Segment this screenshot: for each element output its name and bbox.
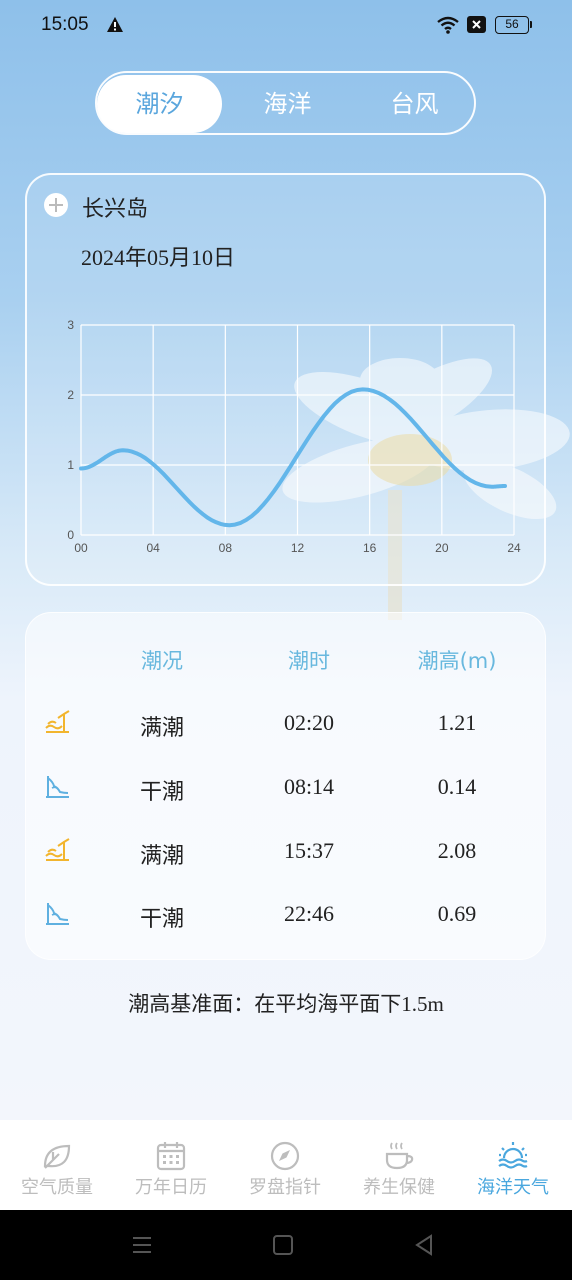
compass-icon [270,1141,300,1171]
tide-type: 满潮 [139,843,184,868]
leaf-icon [43,1144,71,1169]
nav-air-quality[interactable]: 空气质量 [0,1120,114,1210]
tide-time: 22:46 [283,901,335,926]
high-tide-icon [45,710,70,733]
system-nav-bar [0,1210,572,1280]
y-tick-label: 3 [67,318,74,332]
tide-height: 1.21 [437,710,477,735]
y-tick-label: 2 [67,388,74,402]
header-tide-type: 潮况 [141,649,183,673]
nav-calendar[interactable]: 万年日历 [114,1120,228,1210]
menu-icon[interactable] [131,1234,153,1256]
tide-chart: 00 04 08 12 16 20 240123 [67,318,521,555]
x-tick-label: 00 [74,541,88,555]
tide-height: 0.14 [437,774,477,799]
calendar-icon [156,1142,186,1171]
x-tick-label: 04 [146,541,160,555]
nav-compass[interactable]: 罗盘指针 [228,1120,342,1210]
nav-label: 养生保健 [363,1177,435,1198]
tide-time: 15:37 [283,838,335,863]
x-tick-label: 20 [435,541,449,555]
nav-label: 罗盘指针 [249,1177,321,1198]
tide-time: 02:20 [283,710,335,735]
high-tide-icon [45,838,70,861]
tide-height: 0.69 [437,901,477,926]
tea-cup-icon [385,1142,414,1170]
y-tick-label: 1 [67,458,74,472]
low-tide-icon [46,903,69,925]
nav-label: 万年日历 [135,1177,207,1198]
y-tick-label: 0 [67,528,74,542]
header-tide-time: 潮时 [288,649,330,673]
nav-health[interactable]: 养生保健 [342,1120,456,1210]
tide-type: 干潮 [139,906,184,931]
nav-label: 海洋天气 [477,1177,549,1198]
x-tick-label: 08 [219,541,233,555]
nav-sea-weather[interactable]: 海洋天气 [456,1120,570,1210]
back-icon[interactable] [413,1234,435,1256]
x-tick-label: 24 [507,541,521,555]
nav-label: 空气质量 [21,1177,93,1198]
sea-sun-icon [498,1142,528,1169]
home-icon[interactable] [272,1234,294,1256]
tide-height: 2.08 [437,838,477,863]
low-tide-icon [46,776,69,798]
x-tick-label: 12 [291,541,305,555]
tide-datum-note: 潮高基准面：在平均海平面下1.5m [128,992,444,1016]
header-tide-height: 潮高(m) [417,649,497,673]
tide-type: 干潮 [139,779,184,804]
bottom-nav: 空气质量 万年日历 罗盘指针 养生保健 海洋天气 [0,1120,572,1210]
tide-type: 满潮 [139,715,184,740]
tide-time: 08:14 [283,774,335,799]
x-tick-label: 16 [363,541,377,555]
